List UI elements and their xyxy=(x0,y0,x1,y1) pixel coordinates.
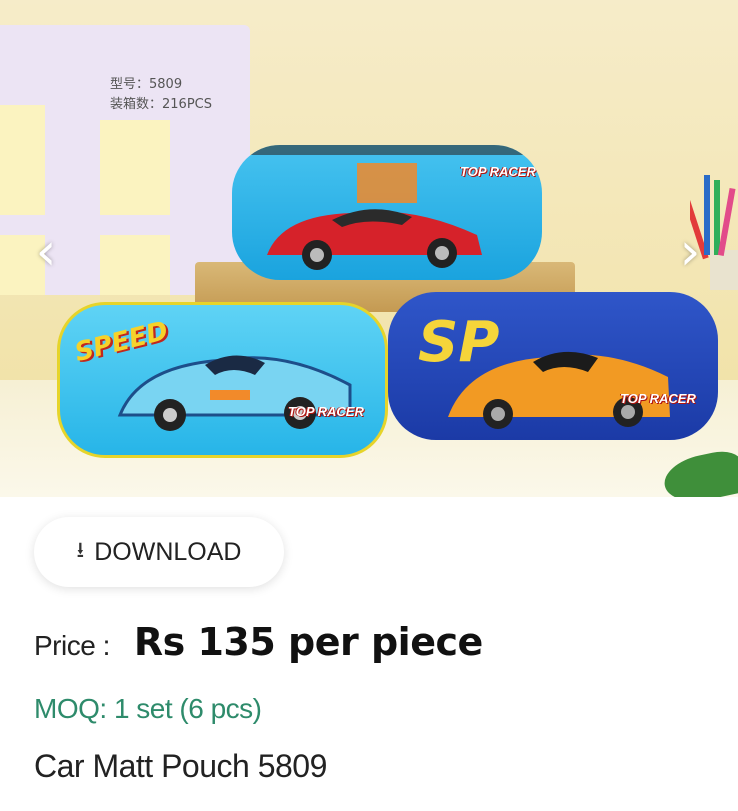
price-value: Rs 135 per piece xyxy=(133,620,483,664)
window-pane xyxy=(100,235,170,295)
model-tag-line: 装箱数：216PCS xyxy=(110,97,212,112)
product-title: Car Matt Pouch 5809 xyxy=(34,748,327,784)
red-car-graphic xyxy=(267,209,482,270)
pouch-top: TOP RACER xyxy=(232,145,542,280)
chevron-left-icon[interactable]: ‹ xyxy=(26,222,66,282)
building-graphic xyxy=(357,163,417,203)
orange-car-graphic xyxy=(448,351,670,429)
download-label: DOWNLOAD xyxy=(94,537,242,566)
pouch-brand: TOP RACER xyxy=(288,404,364,419)
pouch-brand: TOP RACER xyxy=(620,391,696,406)
pouch-right: SP TOP RACER xyxy=(388,292,718,440)
model-tag-line: 型号：5809 xyxy=(110,77,183,92)
pouch-left: SPEED TOP RACER xyxy=(57,302,388,458)
product-image[interactable]: 型号：5809 装箱数：216PCS TOP RACER SPEED TOP R… xyxy=(0,0,738,497)
model-tag: 型号：5809 装箱数：216PCS xyxy=(110,75,212,115)
blue-car-graphic xyxy=(117,355,352,431)
price-row: Price : Rs 135 per piece xyxy=(34,620,483,664)
price-label: Price : xyxy=(34,630,110,661)
download-button[interactable]: ⭳ DOWNLOAD xyxy=(34,517,284,587)
pouch-brand: TOP RACER xyxy=(460,164,536,179)
download-arrow-icon: ⭳ xyxy=(76,538,85,563)
moq-text: MOQ: 1 set (6 pcs) xyxy=(34,693,262,724)
window-pane xyxy=(0,105,45,215)
chevron-right-icon[interactable]: › xyxy=(670,222,710,282)
window-pane xyxy=(100,120,170,215)
zipper xyxy=(232,145,542,155)
